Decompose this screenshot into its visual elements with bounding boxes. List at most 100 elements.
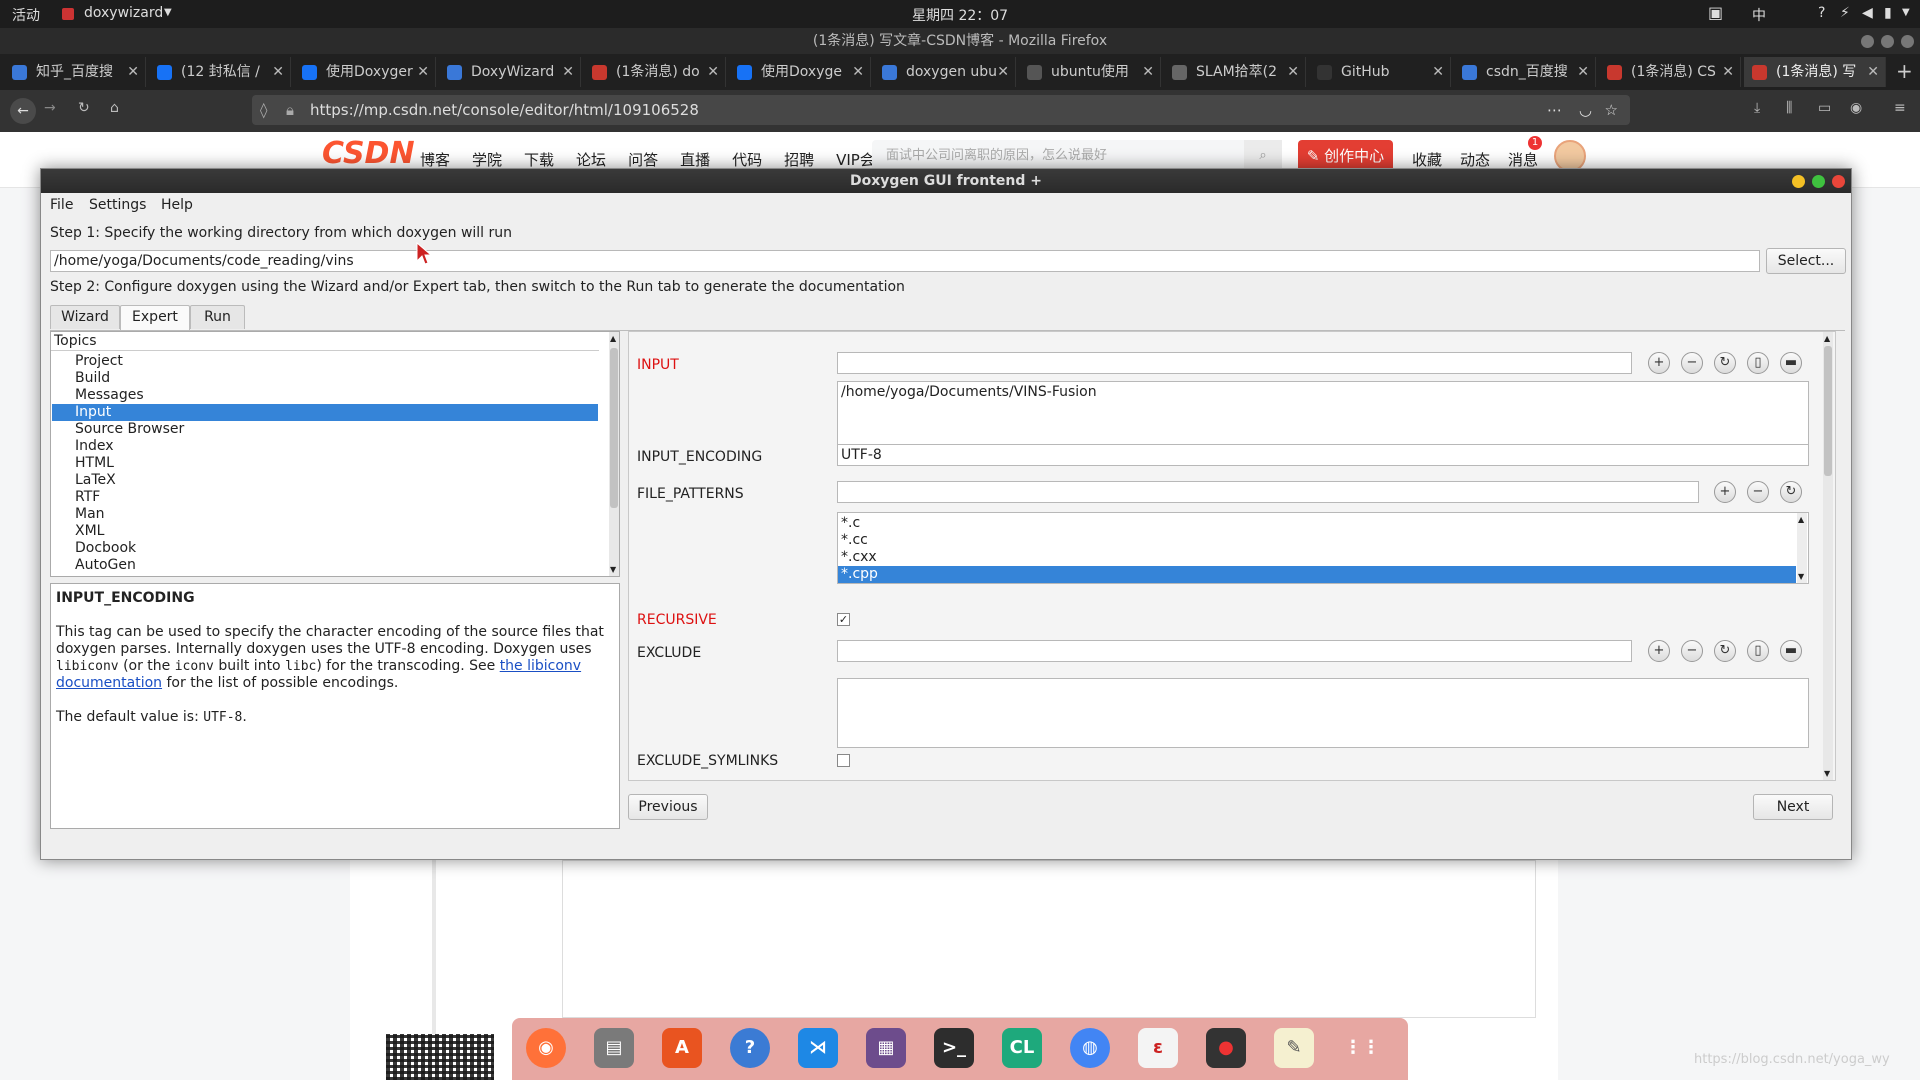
exclude-symlinks-checkbox[interactable] xyxy=(837,754,850,767)
tab-run[interactable]: Run xyxy=(190,305,245,329)
bookmark-star-icon[interactable]: ☆ xyxy=(1605,95,1618,125)
select-directory-button[interactable]: Select... xyxy=(1766,248,1846,274)
clock[interactable]: 星期四 22：07 xyxy=(912,5,1008,25)
help-icon[interactable]: ? xyxy=(730,1028,770,1068)
network-icon[interactable]: ⚡ xyxy=(1840,5,1850,21)
topic-item[interactable]: Index xyxy=(75,438,114,455)
list-item[interactable]: *.cpp xyxy=(838,566,1796,583)
add-icon[interactable]: + xyxy=(1714,481,1736,503)
csdn-nav-item[interactable]: 直播 xyxy=(680,151,710,169)
csdn-nav-item[interactable]: 博客 xyxy=(420,151,450,169)
firefox-icon[interactable]: ◉ xyxy=(526,1028,566,1068)
exclude-list[interactable] xyxy=(837,678,1809,748)
url-bar[interactable]: ◊ 🔒︎ https://mp.csdn.net/console/editor/… xyxy=(252,95,1630,125)
clion-icon[interactable]: CL xyxy=(1002,1028,1042,1068)
list-item[interactable]: *.c xyxy=(838,515,1796,532)
sidebar-icon[interactable]: ▭ xyxy=(1818,100,1831,116)
next-button[interactable]: Next xyxy=(1753,794,1833,820)
csdn-nav-item[interactable]: 论坛 xyxy=(576,151,606,169)
previous-button[interactable]: Previous xyxy=(628,794,708,820)
topic-item[interactable]: RTF xyxy=(75,489,100,506)
tab-close-icon[interactable]: ✕ xyxy=(707,57,719,87)
tab-close-icon[interactable]: ✕ xyxy=(1867,57,1879,87)
volume-icon[interactable]: ◀ xyxy=(1862,5,1873,21)
tab-expert[interactable]: Expert xyxy=(120,305,190,331)
pocket-icon[interactable]: ◡ xyxy=(1579,95,1592,125)
battery-icon[interactable]: ▮ xyxy=(1884,5,1892,21)
scroll-down-icon[interactable]: ▼ xyxy=(610,565,616,574)
software-center-icon[interactable]: A xyxy=(662,1028,702,1068)
tab-close-icon[interactable]: ✕ xyxy=(417,57,429,87)
form-scrollbar[interactable]: ▲ ▼ xyxy=(1823,332,1833,780)
csdn-nav-item[interactable]: 招聘 xyxy=(784,151,814,169)
minimize-icon[interactable] xyxy=(1861,35,1874,48)
browser-tab[interactable]: 知乎_百度搜 ✕ xyxy=(4,57,146,87)
recorder-icon[interactable]: ● xyxy=(1206,1028,1246,1068)
csdn-link-favorites[interactable]: 收藏 xyxy=(1412,149,1442,170)
camera-icon[interactable]: ▣ xyxy=(1708,3,1723,22)
scroll-down-icon[interactable]: ▼ xyxy=(1798,572,1804,581)
scroll-down-icon[interactable]: ▼ xyxy=(1824,769,1830,778)
menu-settings[interactable]: Settings xyxy=(89,197,146,213)
browser-tab[interactable]: DoxyWizard ✕ xyxy=(439,57,581,87)
tab-close-icon[interactable]: ✕ xyxy=(1142,57,1154,87)
downloads-icon[interactable]: ⤓ xyxy=(1754,100,1760,116)
tab-close-icon[interactable]: ✕ xyxy=(1722,57,1734,87)
refresh-icon[interactable]: ↻ xyxy=(1780,481,1802,503)
scroll-up-icon[interactable]: ▲ xyxy=(1798,515,1804,524)
csdn-logo[interactable]: CSDN xyxy=(322,136,415,171)
csdn-link-messages[interactable]: 消息 xyxy=(1508,149,1538,170)
system-menu-icon[interactable]: ▼ xyxy=(1902,7,1910,18)
tab-close-icon[interactable]: ✕ xyxy=(562,57,574,87)
media-icon[interactable]: ▦ xyxy=(866,1028,906,1068)
list-item[interactable]: /home/yoga/Documents/VINS-Fusion xyxy=(838,384,1808,401)
file-icon[interactable]: ▯ xyxy=(1747,352,1769,374)
refresh-icon[interactable]: ↻ xyxy=(1714,352,1736,374)
scroll-up-icon[interactable]: ▲ xyxy=(610,334,616,343)
back-icon[interactable]: ← xyxy=(10,98,36,124)
folder-icon[interactable]: ▬ xyxy=(1780,640,1802,662)
library-icon[interactable]: ⫼ xyxy=(1786,100,1792,116)
terminal-icon[interactable]: >_ xyxy=(934,1028,974,1068)
patterns-scrollbar[interactable]: ▲ ▼ xyxy=(1797,513,1807,583)
topic-item[interactable]: Source Browser xyxy=(75,421,184,438)
csdn-nav-item[interactable]: 代码 xyxy=(732,151,762,169)
reload-icon[interactable]: ↻ xyxy=(78,100,90,116)
recursive-checkbox[interactable]: ✓ xyxy=(837,613,850,626)
remove-icon[interactable]: − xyxy=(1681,640,1703,662)
app-grid-icon[interactable]: ⋮⋮ xyxy=(1342,1028,1382,1068)
csdn-nav-item[interactable]: 问答 xyxy=(628,151,658,169)
input-field[interactable] xyxy=(837,352,1632,374)
help-icon[interactable]: ? xyxy=(1818,5,1825,21)
topic-item[interactable]: Build xyxy=(75,370,110,387)
browser-tab[interactable]: csdn_百度搜 ✕ xyxy=(1454,57,1596,87)
refresh-icon[interactable]: ↻ xyxy=(1714,640,1736,662)
input-list[interactable]: /home/yoga/Documents/VINS-Fusion xyxy=(837,381,1809,453)
text-editor-icon[interactable]: ✎ xyxy=(1274,1028,1314,1068)
page-actions-icon[interactable]: ⋯ xyxy=(1547,95,1562,125)
topic-item[interactable]: Docbook xyxy=(75,540,136,557)
topic-item[interactable]: AutoGen xyxy=(75,557,136,574)
editor-content-area[interactable] xyxy=(562,860,1536,1018)
tab-close-icon[interactable]: ✕ xyxy=(852,57,864,87)
topic-item[interactable]: Man xyxy=(75,506,105,523)
files-icon[interactable]: ▤ xyxy=(594,1028,634,1068)
browser-tab[interactable]: 使用Doxyger ✕ xyxy=(294,57,436,87)
doxywizard-icon[interactable]: ε xyxy=(1138,1028,1178,1068)
maximize-icon[interactable] xyxy=(1881,35,1894,48)
tab-close-icon[interactable]: ✕ xyxy=(1577,57,1589,87)
close-icon[interactable] xyxy=(1832,175,1845,188)
csdn-nav-item[interactable]: 学院 xyxy=(472,151,502,169)
home-icon[interactable]: ⌂ xyxy=(110,100,119,116)
scrollbar-thumb[interactable] xyxy=(1824,346,1832,476)
tab-close-icon[interactable]: ✕ xyxy=(1432,57,1444,87)
list-item[interactable]: *.cxx xyxy=(838,549,1796,566)
csdn-nav-item[interactable]: 下载 xyxy=(524,151,554,169)
activities-button[interactable]: 活动 xyxy=(12,5,40,25)
add-icon[interactable]: + xyxy=(1648,640,1670,662)
csdn-link-activity[interactable]: 动态 xyxy=(1460,149,1490,170)
tab-wizard[interactable]: Wizard xyxy=(50,305,120,329)
hamburger-menu-icon[interactable]: ≡ xyxy=(1894,100,1906,116)
remove-icon[interactable]: − xyxy=(1747,481,1769,503)
tab-close-icon[interactable]: ✕ xyxy=(997,57,1009,87)
